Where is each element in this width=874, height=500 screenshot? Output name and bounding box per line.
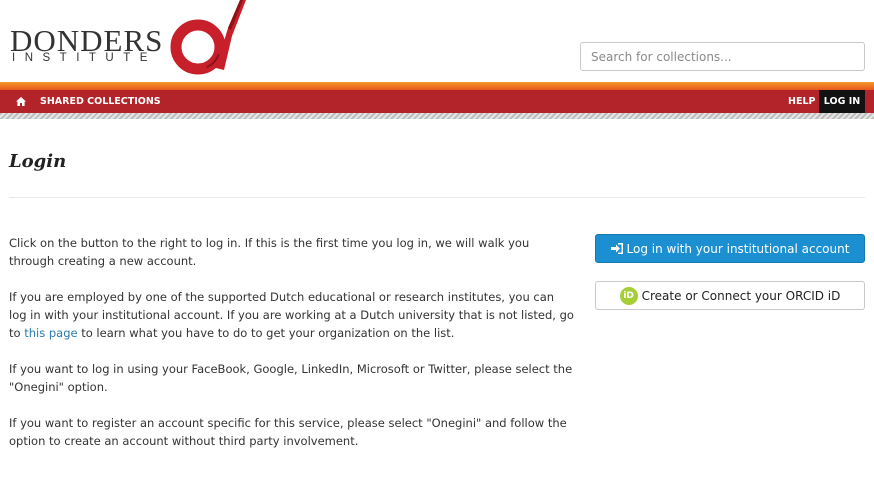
- home-icon: [16, 97, 26, 106]
- navbar-hatch-stripe: [0, 113, 874, 119]
- instruction-paragraph-institutes: If you are employed by one of the suppor…: [9, 288, 574, 342]
- donders-alpha-mark-icon: [170, 0, 246, 75]
- orcid-icon: iD: [619, 286, 638, 305]
- home-button[interactable]: [10, 90, 32, 113]
- search-input[interactable]: [580, 42, 865, 71]
- page-title: Login: [9, 151, 67, 172]
- instruction-paragraph: If you want to log in using your FaceBoo…: [9, 362, 573, 394]
- instruction-paragraph: Click on the button to the right to log …: [9, 236, 530, 268]
- instruction-text: to learn what you have to do to get your…: [77, 326, 455, 340]
- logo-subtitle: INSTITUTE: [12, 52, 157, 64]
- donders-logo[interactable]: DONDERS INSTITUTE: [8, 0, 248, 78]
- header-accent-stripe: [0, 82, 874, 90]
- orcid-connect-button[interactable]: iD Create or Connect your ORCID iD: [595, 281, 865, 310]
- institutional-login-label: Log in with your institutional account: [626, 241, 850, 256]
- sign-in-icon: [610, 243, 623, 254]
- instruction-paragraph: If you want to register an account speci…: [9, 416, 567, 448]
- institutional-login-button[interactable]: Log in with your institutional account: [595, 234, 865, 263]
- nav-login[interactable]: LOG IN: [819, 90, 865, 113]
- this-page-link[interactable]: this page: [24, 326, 77, 340]
- orcid-connect-label: Create or Connect your ORCID iD: [641, 288, 841, 303]
- title-divider: [9, 197, 865, 198]
- nav-help[interactable]: HELP: [788, 90, 815, 113]
- site-header: DONDERS INSTITUTE: [0, 0, 874, 82]
- login-instructions: Click on the button to the right to log …: [9, 234, 574, 468]
- nav-shared-collections[interactable]: SHARED COLLECTIONS: [40, 90, 161, 113]
